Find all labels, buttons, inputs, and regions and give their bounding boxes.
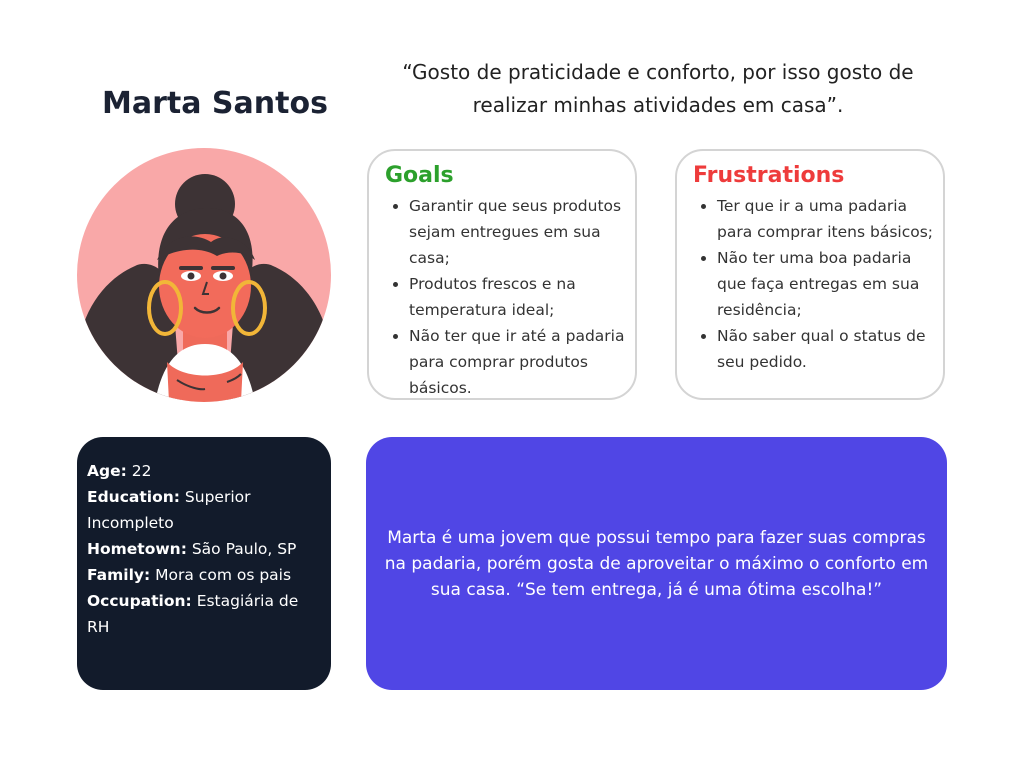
hometown-value: São Paulo, SP	[191, 540, 297, 558]
list-item: Produtos frescos e na temperatura ideal;	[409, 271, 633, 323]
bio-box: Marta é uma jovem que possui tempo para …	[366, 437, 947, 690]
goals-card: Goals Garantir que seus produtos sejam e…	[367, 149, 637, 400]
list-item: Garantir que seus produtos sejam entregu…	[409, 193, 633, 271]
persona-name: Marta Santos	[102, 86, 328, 121]
frustrations-card: Frustrations Ter que ir a uma padaria pa…	[675, 149, 945, 400]
goals-list: Garantir que seus produtos sejam entregu…	[369, 193, 639, 401]
goals-title: Goals	[385, 163, 454, 188]
persona-quote: “Gosto de praticidade e conforto, por is…	[402, 60, 914, 117]
age-line: Age: 22	[87, 458, 321, 484]
occupation-label: Occupation:	[87, 592, 192, 610]
frustrations-title: Frustrations	[693, 163, 845, 188]
age-label: Age:	[87, 462, 127, 480]
frustrations-list: Ter que ir a uma padaria para comprar it…	[677, 193, 947, 375]
education-label: Education:	[87, 488, 180, 506]
bio-text: Marta é uma jovem que possui tempo para …	[384, 527, 929, 600]
age-value: 22	[131, 462, 152, 480]
hometown-label: Hometown:	[87, 540, 187, 558]
list-item: Não ter uma boa padaria que faça entrega…	[717, 245, 941, 323]
persona-avatar	[77, 148, 331, 402]
family-line: Family: Mora com os pais	[87, 562, 321, 588]
woman-portrait-illustration	[77, 148, 331, 402]
hometown-line: Hometown: São Paulo, SP	[87, 536, 321, 562]
list-item: Não saber qual o status de seu pedido.	[717, 323, 941, 375]
family-label: Family:	[87, 566, 151, 584]
list-item: Ter que ir a uma padaria para comprar it…	[717, 193, 941, 245]
family-value: Mora com os pais	[155, 566, 292, 584]
demographics-box: Age: 22 Education: Superior Incompleto H…	[77, 437, 331, 690]
education-line: Education: Superior Incompleto	[87, 484, 321, 536]
list-item: Não ter que ir até a padaria para compra…	[409, 323, 633, 401]
occupation-line: Occupation: Estagiária de RH	[87, 588, 321, 640]
